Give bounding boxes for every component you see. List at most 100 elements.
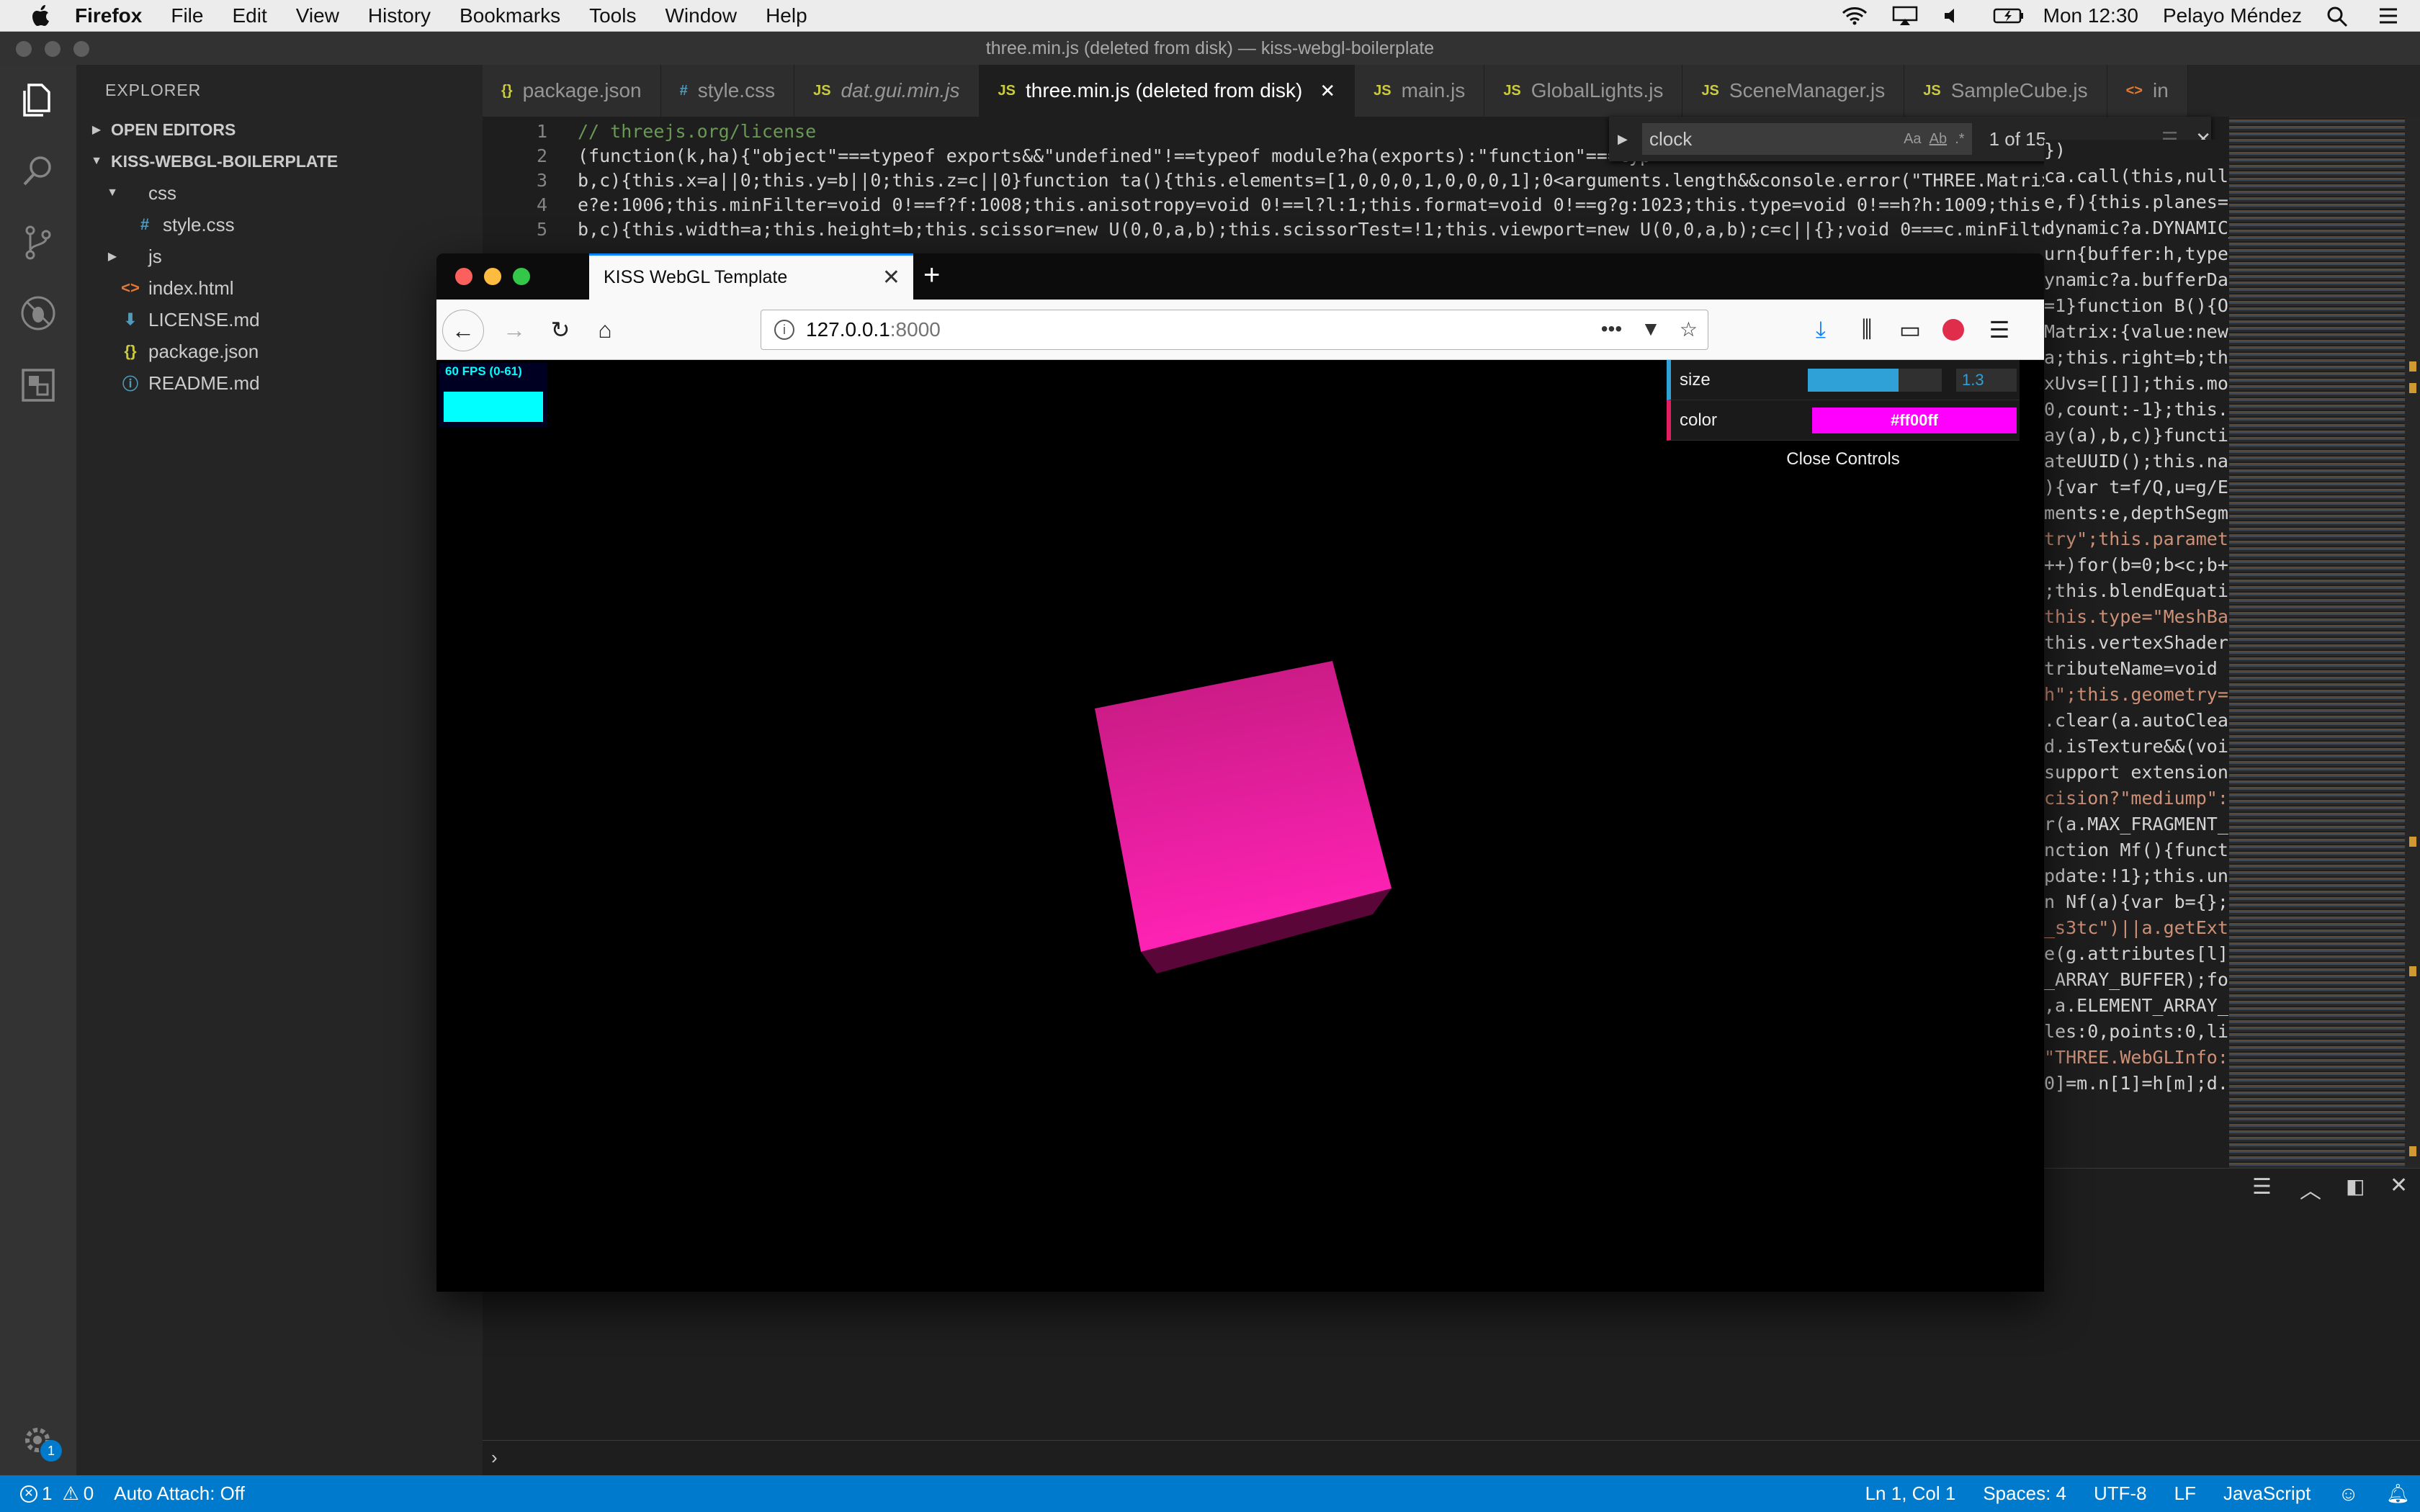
problems-indicator[interactable]: ✕ 1 ⚠ 0 [20,1482,94,1505]
window-minimize-button[interactable] [45,41,60,57]
menu-file[interactable]: File [171,4,203,27]
browser-tab[interactable]: KISS WebGL Template ✕ [589,253,913,300]
editor-scrollbar[interactable] [2405,117,2420,1168]
tree-item-readme-md[interactable]: ⓘ README.md [76,367,483,399]
code-line-fragment: 0]=m.n[1]=h[m];d.s [2044,1073,2229,1094]
minimap[interactable] [2229,117,2405,1168]
tab-globallights-js[interactable]: JS GlobalLights.js [1484,65,1683,117]
tab-close-icon[interactable]: ✕ [1319,80,1335,102]
auto-attach-status[interactable]: Auto Attach: Off [114,1482,245,1505]
new-tab-plus-icon[interactable]: + [923,259,940,292]
tab-samplecube-js[interactable]: JS SampleCube.js [1904,65,2107,117]
debug-icon[interactable] [19,294,58,333]
menu-history[interactable]: History [368,4,431,27]
code-line[interactable]: e?e:1006;this.minFilter=void 0!==f?f:100… [578,194,2162,215]
code-right-visible[interactable]: }) ca.call(this,null, e,f){this.planes=[dy… [2044,140,2229,1168]
window-close-button[interactable] [16,41,32,57]
source-control-icon[interactable] [19,223,58,262]
spotlight-search-icon[interactable] [2326,6,2352,27]
pocket-icon[interactable]: ▼ [1641,318,1661,341]
volume-icon[interactable] [1942,6,1968,26]
sidebar-toggle-icon[interactable]: ▭ [1894,314,1926,346]
tab-main-js[interactable]: JS main.js [1355,65,1485,117]
url-bar[interactable]: i 127.0.0.1:8000 ••• ▼ ☆ [761,310,1708,350]
menu-tools[interactable]: Tools [589,4,636,27]
language-mode[interactable]: JavaScript [2223,1482,2311,1505]
project-section[interactable]: ▼ KISS-WEBGL-BOILERPLATE [76,145,483,177]
encoding[interactable]: UTF-8 [2094,1482,2147,1505]
menu-app-name[interactable]: Firefox [75,4,142,27]
menu-help[interactable]: Help [766,4,807,27]
tab-dat-gui-min-js[interactable]: JS dat.gui.min.js [794,65,980,117]
panel-layout-icon[interactable]: ◧ [2346,1174,2365,1198]
battery-icon[interactable] [1993,6,2023,26]
pocket-extension-icon[interactable] [1937,314,1969,346]
tab-package-json[interactable]: {} package.json [483,65,661,117]
clear-list-icon[interactable]: ☰ [2252,1174,2272,1200]
tree-item-js[interactable]: ▶ js [76,240,483,272]
ff-close-button[interactable] [455,268,472,285]
home-icon[interactable]: ⌂ [589,314,621,346]
css-file-icon: # [140,215,150,233]
debug-console[interactable]: › [483,1440,2420,1475]
vscode-titlebar: three.min.js (deleted from disk) — kiss-… [0,32,2420,65]
tab-close-icon[interactable]: ✕ [882,265,900,290]
window-zoom-button[interactable] [73,41,89,57]
find-input[interactable]: clock Aa Ab .* [1642,123,1972,155]
chevron-up-icon[interactable]: ︿ [2300,1173,2321,1205]
tree-item-label: README.md [148,372,260,394]
page-actions-icon[interactable]: ••• [1601,318,1622,341]
tree-item-package-json[interactable]: {} package.json [76,336,483,367]
notification-center-icon[interactable] [2377,6,2403,26]
menu-bookmarks[interactable]: Bookmarks [460,4,560,27]
airplay-icon[interactable] [1892,6,1918,26]
bookmark-star-icon[interactable]: ☆ [1680,318,1698,341]
library-icon[interactable]: ⫼ [1851,314,1883,346]
notifications-bell-icon[interactable]: 🔔︎ [2386,1482,2410,1505]
back-arrow-icon[interactable]: ← [442,310,484,351]
tab-in[interactable]: <> in [2107,65,2188,117]
forward-arrow-icon[interactable]: → [498,314,530,346]
ff-zoom-button[interactable] [513,268,530,285]
find-options-icons[interactable]: Aa Ab .* [1904,131,1965,148]
downloads-icon[interactable]: ⤓ [1805,314,1837,346]
menu-window[interactable]: Window [665,4,737,27]
menubar-user[interactable]: Pelayo Méndez [2163,4,2302,27]
code-line[interactable]: b,c){this.x=a||0;this.y=b||0;this.z=c||0… [578,170,2162,191]
tree-item-index-html[interactable]: <> index.html [76,272,483,304]
tab-scenemanager-js[interactable]: JS SceneManager.js [1682,65,1905,117]
hamburger-menu-icon[interactable]: ☰ [1984,314,2015,346]
wifi-icon[interactable] [1842,6,1868,26]
ff-minimize-button[interactable] [484,268,501,285]
open-editors-section[interactable]: ▶ OPEN EDITORS [76,114,483,145]
tree-item-css[interactable]: ▼ css [76,177,483,209]
menubar-clock[interactable]: Mon 12:30 [2043,4,2138,27]
tree-item-label: LICENSE.md [148,308,260,330]
menu-edit[interactable]: Edit [232,4,266,27]
search-icon[interactable] [19,151,58,190]
file-type-icon: {} [501,82,513,99]
markdown-file-icon: ⬇ [123,310,138,328]
tree-item-license-md[interactable]: ⬇ LICENSE.md [76,304,483,336]
tab-style-css[interactable]: # style.css [660,65,795,117]
menu-view[interactable]: View [296,4,339,27]
feedback-smiley-icon[interactable]: ☺ [2338,1482,2359,1506]
site-info-icon[interactable]: i [774,320,794,340]
apple-icon[interactable] [29,3,55,29]
panel-close-icon[interactable]: ✕ [2390,1173,2408,1198]
extensions-icon[interactable] [19,366,58,405]
html-file-icon: <> [121,279,140,297]
tab-three-min-js[interactable]: JS three.min.js (deleted from disk) ✕ [979,65,1355,117]
window-title: three.min.js (deleted from disk) — kiss-… [985,37,1435,58]
cursor-position[interactable]: Ln 1, Col 1 [1865,1482,1956,1505]
find-expand-chevron-icon[interactable]: ▶ [1618,132,1628,147]
url-port: :8000 [889,318,941,341]
reload-icon[interactable]: ↻ [544,314,576,346]
webgl-canvas[interactable]: 60 FPS (0-61) size 1.3 color #ff00ff Clo… [436,360,2044,1292]
code-line[interactable]: b,c){this.width=a;this.height=b;this.sci… [578,219,2162,240]
explorer-files-icon[interactable] [19,81,58,120]
indentation[interactable]: Spaces: 4 [1983,1482,2066,1505]
tree-item-label: style.css [163,213,235,235]
end-of-line[interactable]: LF [2174,1482,2196,1505]
tree-item-style-css[interactable]: # style.css [76,209,483,240]
